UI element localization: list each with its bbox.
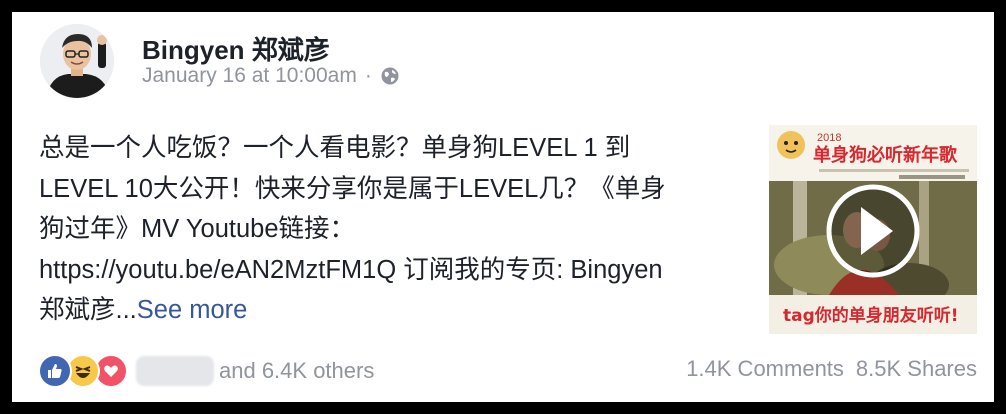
comments-count[interactable]: 1.4K Comments (686, 356, 844, 382)
blurred-friend-name[interactable] (136, 356, 214, 386)
timestamp[interactable]: January 16 at 10:00am (142, 64, 357, 88)
avatar[interactable] (40, 24, 114, 98)
post-text-line: 总是一个人吃饭？一个人看电影？单身狗LEVEL 1 到 (39, 134, 631, 162)
like-icon[interactable] (38, 354, 72, 388)
reactions-summary[interactable]: and 6.4K others (38, 354, 374, 388)
thumbnail-year: 2018 (817, 132, 841, 144)
thumbnail-title: 单身狗必听新年歌 (813, 144, 958, 166)
globe-icon[interactable] (380, 66, 400, 86)
reactions-others[interactable]: and 6.4K others (219, 358, 374, 384)
post-meta: January 16 at 10:00am · (142, 64, 400, 88)
post-text-line: https://youtu.be/eAN2MztFM1Q 订阅我的专页: Bin… (39, 255, 663, 284)
engagement-stats: 1.4K Comments 8.5K Shares (686, 356, 977, 382)
post-text-line: 狗过年》MV Youtube链接： (39, 215, 356, 243)
post-text-tail: 郑斌彦... (39, 296, 137, 324)
shares-count[interactable]: 8.5K Shares (856, 356, 977, 382)
see-more-link[interactable]: See more (137, 296, 248, 324)
author-name[interactable]: Bingyen 郑斌彦 (142, 30, 330, 67)
post-text-line: 郑斌彦...See more (39, 290, 755, 331)
thumbnail-footer: tag你的单身朋友听听! (783, 305, 959, 326)
post-text: 总是一个人吃饭？一个人看电影？单身狗LEVEL 1 到 LEVEL 10大公开！… (39, 128, 755, 331)
play-icon[interactable] (826, 184, 920, 278)
video-thumbnail[interactable]: 2018 单身狗必听新年歌 tag你的单身朋友听听! (769, 125, 977, 334)
post-text-line: LEVEL 10大公开！快来分享你是属于LEVEL几？《单身 (39, 174, 666, 203)
meta-separator: · (364, 64, 372, 87)
post-card: Bingyen 郑斌彦 January 16 at 10:00am · 总是一个… (12, 12, 994, 402)
